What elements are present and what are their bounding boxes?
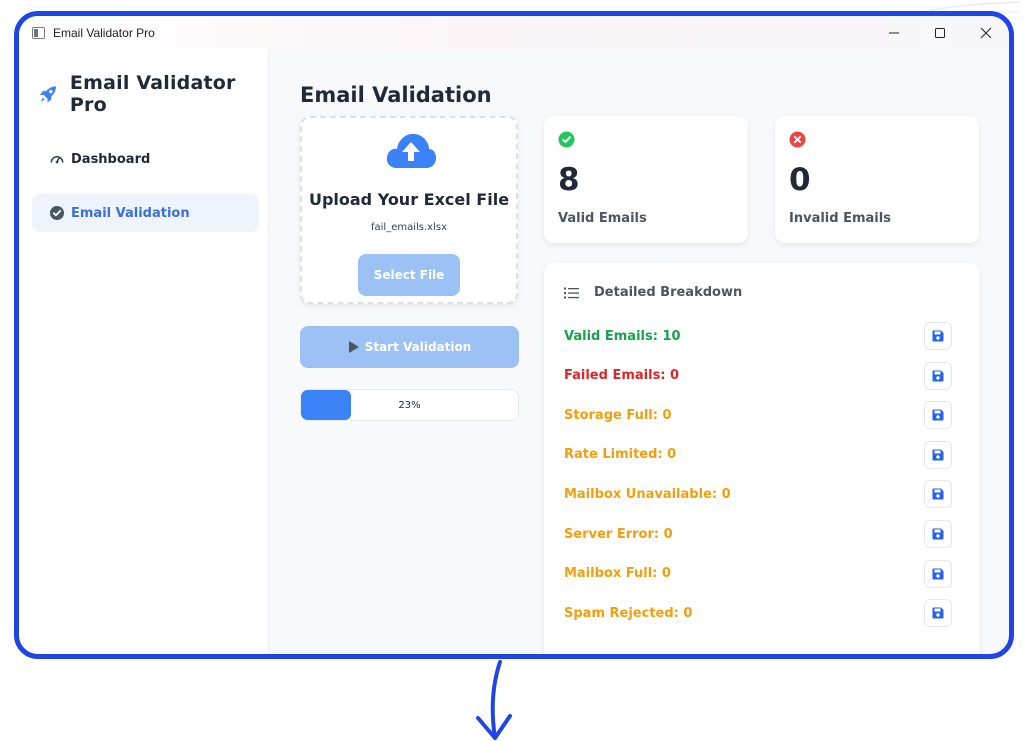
brand: Email Validator Pro (39, 72, 268, 116)
floppy-disk-icon (932, 330, 944, 342)
play-icon (348, 341, 359, 353)
close-icon (980, 27, 992, 38)
start-validation-button[interactable]: Start Validation (300, 326, 519, 368)
minimize-button[interactable] (871, 16, 917, 49)
save-button[interactable] (924, 361, 952, 390)
cloud-upload-icon (385, 130, 437, 174)
maximize-button[interactable] (917, 16, 963, 49)
title-bar: Email Validator Pro (19, 16, 1009, 49)
breakdown-row-label: Spam Rejected: 0 (564, 605, 693, 621)
valid-emails-count: 8 (558, 162, 580, 198)
valid-emails-label: Valid Emails (558, 211, 647, 226)
check-circle-icon (49, 205, 65, 221)
save-button[interactable] (924, 559, 952, 588)
breakdown-row: Server Error: 0 (564, 520, 952, 548)
sidebar: Email Validator Pro Dashboard Email Vali… (19, 49, 269, 654)
progress-label: 23% (398, 399, 421, 411)
floppy-disk-icon (932, 607, 944, 619)
sidebar-item-label: Dashboard (71, 151, 151, 167)
save-button[interactable] (924, 599, 952, 628)
window-title: Email Validator Pro (53, 25, 155, 40)
save-button[interactable] (924, 520, 952, 548)
maximize-icon (935, 27, 945, 38)
valid-emails-card: 8 Valid Emails (544, 116, 748, 243)
breakdown-row: Failed Emails: 0 (564, 361, 952, 390)
start-validation-label: Start Validation (364, 340, 472, 354)
breakdown-row: Spam Rejected: 0 (564, 599, 952, 628)
breakdown-row: Storage Full: 0 (564, 401, 952, 430)
breakdown-row: Mailbox Unavailable: 0 (564, 480, 952, 509)
select-file-button[interactable]: Select File (358, 254, 460, 296)
app-icon (32, 26, 45, 39)
brand-name: Email Validator Pro (69, 72, 236, 116)
floppy-disk-icon (932, 568, 944, 580)
floppy-disk-icon (932, 488, 944, 500)
save-button[interactable] (924, 440, 952, 469)
list-icon (564, 287, 579, 298)
breakdown-row-label: Failed Emails: 0 (564, 368, 680, 384)
save-button[interactable] (924, 480, 952, 509)
progress-bar: 23% (300, 389, 519, 421)
main-content: Email Validation Upload Your Excel File … (269, 49, 1009, 654)
close-button[interactable] (963, 16, 1009, 49)
arrow-down-icon (476, 660, 512, 740)
invalid-emails-count: 0 (789, 162, 811, 198)
sidebar-item-label: Email Validation (71, 205, 190, 221)
save-button[interactable] (924, 401, 952, 430)
detailed-breakdown-card: Detailed Breakdown Valid Emails: 10 Faile… (544, 263, 980, 654)
rocket-icon (39, 86, 57, 103)
breakdown-row-label: Rate Limited: 0 (564, 447, 677, 463)
upload-title: Upload Your Excel File (308, 190, 510, 209)
breakdown-row: Mailbox Full: 0 (564, 559, 952, 588)
floppy-disk-icon (932, 449, 944, 461)
window-controls (871, 16, 1009, 49)
minimize-icon (889, 32, 899, 33)
floppy-disk-icon (932, 528, 944, 540)
app-window: Email Validator Pro Email Validator Pro (14, 11, 1014, 659)
breakdown-header: Detailed Breakdown (564, 285, 742, 300)
breakdown-title: Detailed Breakdown (594, 285, 743, 300)
breakdown-row-label: Mailbox Unavailable: 0 (564, 486, 731, 502)
x-circle-icon (789, 131, 806, 152)
breakdown-row-label: Storage Full: 0 (564, 407, 672, 423)
sidebar-item-dashboard[interactable]: Dashboard (32, 140, 259, 178)
save-button[interactable] (924, 322, 952, 350)
breakdown-row: Rate Limited: 0 (564, 440, 952, 469)
upload-dropzone[interactable]: Upload Your Excel File fail_emails.xlsx … (300, 116, 518, 304)
invalid-emails-label: Invalid Emails (789, 211, 891, 226)
breakdown-row-label: Server Error: 0 (564, 526, 673, 542)
check-circle-icon (558, 131, 575, 152)
floppy-disk-icon (932, 409, 944, 421)
selected-filename: fail_emails.xlsx (371, 222, 447, 233)
sidebar-item-email-validation[interactable]: Email Validation (32, 194, 259, 232)
breakdown-row-label: Valid Emails: 10 (564, 328, 681, 344)
page-title: Email Validation (300, 83, 492, 107)
gauge-icon (49, 151, 65, 167)
breakdown-row: Valid Emails: 10 (564, 322, 952, 350)
floppy-disk-icon (932, 370, 944, 382)
breakdown-row-label: Mailbox Full: 0 (564, 566, 671, 582)
invalid-emails-card: 0 Invalid Emails (775, 116, 979, 243)
